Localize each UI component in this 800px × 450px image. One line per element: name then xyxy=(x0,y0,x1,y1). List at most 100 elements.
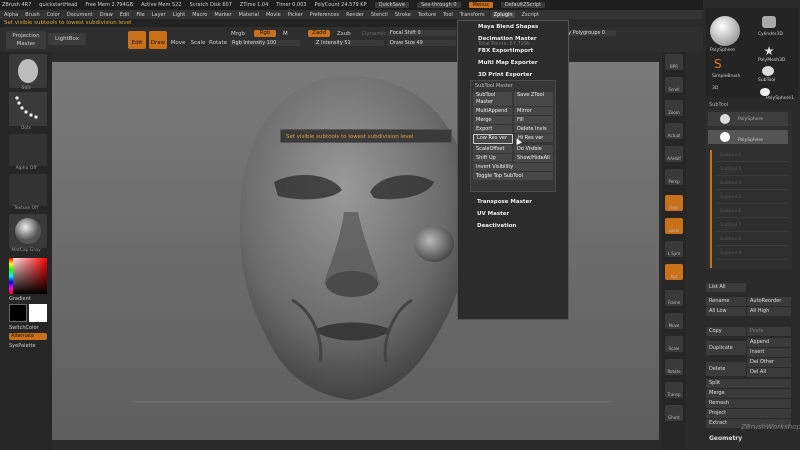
rotate-button[interactable]: Rotate xyxy=(209,31,227,49)
remesh-menu[interactable]: Remesh xyxy=(706,399,791,408)
polysphere1-thumbnail[interactable] xyxy=(762,66,774,76)
menu-item-color[interactable]: Color xyxy=(47,12,60,18)
subtool-master-btn-5-1[interactable]: Do Visible xyxy=(514,145,553,153)
subtool-master-btn-1-1[interactable]: Mirror xyxy=(514,107,553,115)
subtool-master-btn-6-0[interactable]: Shift Up xyxy=(473,154,512,162)
subtool-master-btn-1-0[interactable]: MultiAppend xyxy=(473,107,512,115)
subtool-row-1[interactable]: PolySphere xyxy=(708,112,788,126)
texture-selector[interactable] xyxy=(9,174,47,206)
menu-item-marker[interactable]: Marker xyxy=(214,12,231,18)
polymesh-star-icon[interactable] xyxy=(764,46,774,56)
syepalette-button[interactable]: SyePalette xyxy=(9,343,36,349)
shelf-ghost-button[interactable]: Ghost xyxy=(665,405,683,421)
z-intensity-slider[interactable]: Z Intensity 51 xyxy=(314,40,384,46)
menu-item-render[interactable]: Render xyxy=(346,12,364,18)
shelf-bpr-button[interactable]: BPR xyxy=(665,54,683,70)
shelf-transp-button[interactable]: Transp xyxy=(665,382,683,398)
subtool-row-2[interactable]: PolySphere xyxy=(708,130,788,144)
shelf-aahalf-button[interactable]: AAHalf xyxy=(665,146,683,162)
scale-button[interactable]: Scale xyxy=(189,31,207,49)
polysphere2-thumbnail[interactable] xyxy=(760,88,770,96)
shelf-lsym-button[interactable]: L.Sym xyxy=(665,241,683,257)
menu-item-file[interactable]: File xyxy=(136,12,144,18)
rename-button[interactable]: Rename xyxy=(706,297,746,306)
menu-item-tool[interactable]: Tool xyxy=(443,12,453,18)
draw-size-slider[interactable]: Draw Size 49 xyxy=(388,40,456,46)
cylinder-thumbnail[interactable] xyxy=(762,16,776,28)
delete-button[interactable]: Delete xyxy=(706,362,746,376)
menu-item-brush[interactable]: Brush xyxy=(25,12,39,18)
shelf-rotate-button[interactable]: Rotate xyxy=(665,359,683,375)
menu-item-transform[interactable]: Transform xyxy=(460,12,485,18)
zplugin-item-3[interactable]: Multi Map Exporter xyxy=(458,57,568,69)
dynamic-button[interactable]: Dynamic xyxy=(362,31,386,37)
gradient-label[interactable]: Gradient xyxy=(9,296,31,302)
subtool-master-btn-0-1[interactable]: Save ZTool xyxy=(514,92,553,106)
color-picker[interactable] xyxy=(9,258,47,294)
alpha-selector[interactable] xyxy=(9,134,47,166)
autoreorder-button[interactable]: AutoReorder xyxy=(747,297,791,306)
stroke-selector[interactable] xyxy=(9,92,47,126)
simplebrush-icon[interactable]: S xyxy=(714,58,728,70)
menu-item-texture[interactable]: Texture xyxy=(418,12,436,18)
subtool-master-btn-4-0[interactable]: Low Res ver xyxy=(473,134,513,144)
copy-button[interactable]: Copy xyxy=(706,327,746,336)
subtool-title[interactable]: SubTool xyxy=(709,102,728,108)
rgb-button[interactable]: Rgb xyxy=(254,30,276,37)
draw-button[interactable]: Draw xyxy=(149,31,167,49)
menu-item-zscript[interactable]: Zscript xyxy=(522,12,539,18)
main-color-swatch[interactable] xyxy=(9,304,27,322)
projection-master-button[interactable]: Projection Master xyxy=(6,31,46,49)
zplugin-bottom-item-1[interactable]: UV Master xyxy=(457,208,569,220)
subtool-scrollbar[interactable] xyxy=(710,150,712,268)
menu-item-stroke[interactable]: Stroke xyxy=(395,12,411,18)
zplugin-bottom-item-2[interactable]: Deactivation xyxy=(457,220,569,232)
rgb-intensity-slider[interactable]: Rgb Intensity 100 xyxy=(230,40,300,46)
duplicate-button[interactable]: Duplicate xyxy=(706,341,746,355)
shelf-actual-button[interactable]: Actual xyxy=(665,123,683,139)
menu-item-preferences[interactable]: Preferences xyxy=(310,12,339,18)
quicksave-button[interactable]: QuickSave xyxy=(374,2,409,8)
menu-item-zplugin[interactable]: Zplugin xyxy=(491,11,515,18)
subtool-master-btn-3-0[interactable]: Export xyxy=(473,125,512,133)
menus-button[interactable]: Menus xyxy=(468,2,493,8)
focal-shift-slider[interactable]: Focal Shift 0 xyxy=(388,30,456,36)
shelf-persp-button[interactable]: Persp xyxy=(665,169,683,185)
shelf-floor-button[interactable]: Floor xyxy=(665,195,683,211)
polysphere-thumbnail[interactable] xyxy=(710,16,740,46)
invert-visibility-button[interactable]: Invert Visibility xyxy=(473,163,553,171)
menu-item-edit[interactable]: Edit xyxy=(120,12,130,18)
paste-button[interactable]: Paste xyxy=(747,327,791,336)
shelf-xyz-button[interactable]: Xyz xyxy=(665,264,683,280)
menu-item-draw[interactable]: Draw xyxy=(100,12,113,18)
insert-button[interactable]: Insert xyxy=(747,348,791,357)
zadd-button[interactable]: Zadd xyxy=(308,30,330,37)
m-button[interactable]: M xyxy=(283,31,288,37)
mrgb-button[interactable]: Mrgb xyxy=(231,31,245,37)
hue-strip[interactable] xyxy=(9,258,13,294)
del-other-button[interactable]: Del Other xyxy=(747,358,791,367)
all-low-button[interactable]: All Low xyxy=(706,307,746,316)
subtool-master-btn-3-1[interactable]: Delete Invis xyxy=(514,125,553,133)
menu-item-stencil[interactable]: Stencil xyxy=(371,12,388,18)
default-script-button[interactable]: DefaultZScript xyxy=(500,2,546,8)
shelf-zoom-button[interactable]: Zoom xyxy=(665,100,683,116)
lightbox-button[interactable]: LightBox xyxy=(48,33,86,45)
subtool-master-btn-6-1[interactable]: Show/HideAll xyxy=(514,154,553,162)
subtool-master-btn-2-1[interactable]: Fill xyxy=(514,116,553,124)
shelf-move-button[interactable]: Move xyxy=(665,313,683,329)
zplugin-bottom-item-0[interactable]: Transpose Master xyxy=(457,196,569,208)
shelf-frame-button[interactable]: Frame xyxy=(665,290,683,306)
move-button[interactable]: Move xyxy=(169,31,187,49)
toggle-top-subtool-button[interactable]: Toggle Top SubTool xyxy=(473,172,553,180)
append-button[interactable]: Append xyxy=(747,338,791,347)
merge-menu[interactable]: Merge xyxy=(706,389,791,398)
all-high-button[interactable]: All High xyxy=(747,307,791,316)
subtool-master-btn-5-0[interactable]: ScaleOffset xyxy=(473,145,512,153)
brush-selector[interactable] xyxy=(9,54,47,88)
menu-item-picker[interactable]: Picker xyxy=(288,12,303,18)
menu-item-alpha[interactable]: Alpha xyxy=(4,12,18,18)
see-through-slider[interactable]: See-through 0 xyxy=(416,2,461,8)
zsub-button[interactable]: Zsub xyxy=(337,31,351,37)
project-menu[interactable]: Project xyxy=(706,409,791,418)
